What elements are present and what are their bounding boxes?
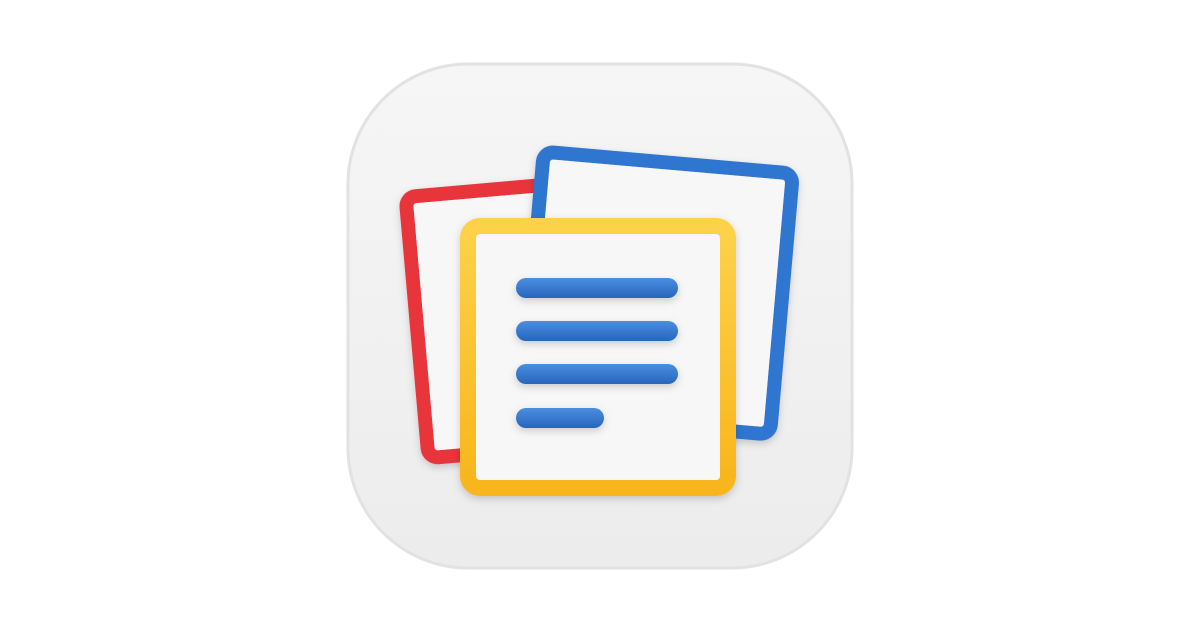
notebook-notes-icon <box>346 62 854 570</box>
page-canvas <box>0 0 1200 630</box>
app-icon <box>346 62 854 570</box>
text-line <box>516 364 678 384</box>
text-line <box>516 278 678 298</box>
text-line <box>516 408 604 428</box>
yellow-card <box>460 218 736 496</box>
text-line <box>516 321 678 341</box>
